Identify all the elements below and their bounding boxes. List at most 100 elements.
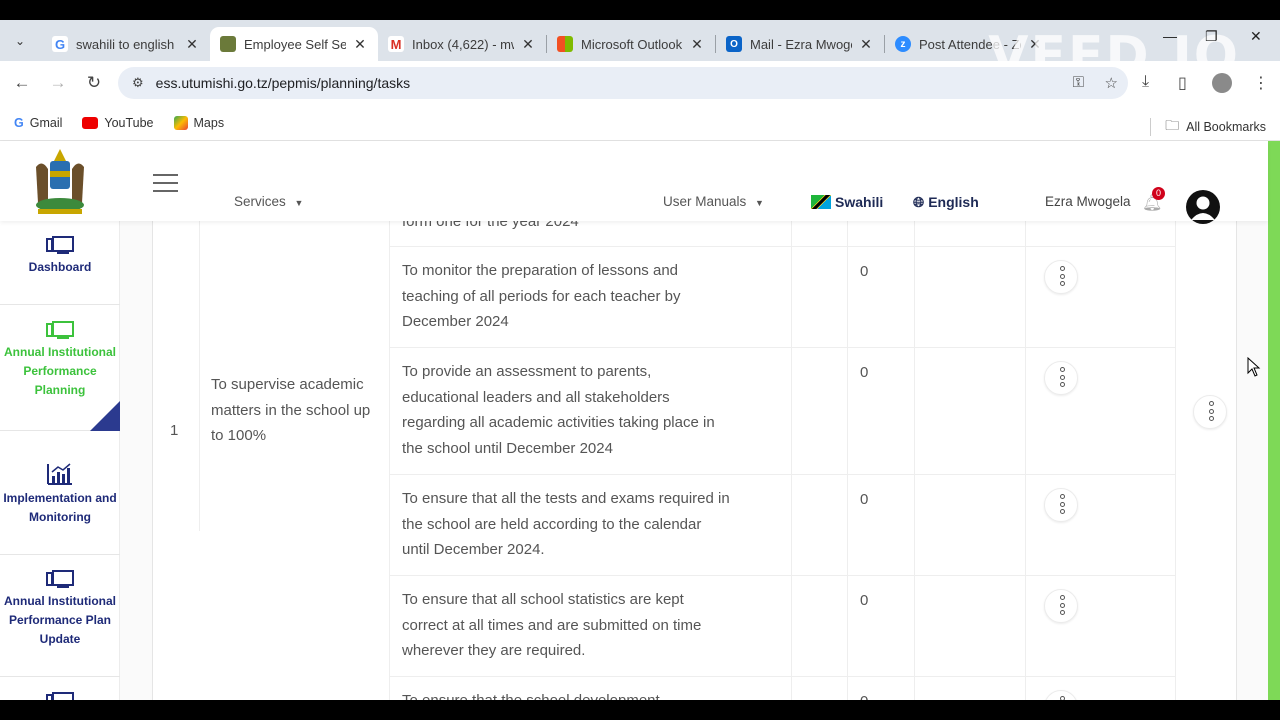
tab-close-icon[interactable]: ✕ — [858, 36, 874, 53]
divider — [791, 221, 792, 700]
tanzania-flag-icon — [811, 195, 831, 209]
bar-chart-icon — [47, 463, 72, 485]
divider — [389, 347, 1175, 348]
reload-icon[interactable]: ↻ — [76, 73, 112, 93]
divider — [914, 221, 915, 700]
monitor-icon — [46, 236, 74, 254]
youtube-icon — [82, 116, 99, 129]
google-icon: G — [14, 115, 24, 130]
task-value: 0 — [860, 693, 868, 700]
tab-close-icon[interactable]: ✕ — [689, 36, 705, 53]
active-indicator — [90, 401, 120, 431]
tasks-table: form one for the year 2024 1 To supervis… — [152, 221, 1237, 700]
row-number: 1 — [170, 422, 179, 439]
menu-dots-icon[interactable]: ⋮ — [1253, 73, 1269, 93]
browser-tab[interactable]: G swahili to english t ✕ — [42, 27, 210, 61]
divider — [389, 676, 1175, 677]
tab-close-icon[interactable]: ✕ — [520, 36, 536, 53]
task-text: To provide an assessment to parents, edu… — [402, 363, 715, 457]
close-window-icon[interactable]: ✕ — [1250, 28, 1262, 45]
task-actions-button[interactable] — [1044, 488, 1078, 522]
app-header: Services ▼ User Manuals ▼ Swahili 🌐︎ Engl… — [0, 141, 1268, 224]
google-icon: G — [52, 36, 68, 52]
divider — [1175, 221, 1176, 700]
browser-toolbar: ← → ↻ ⚙ ess.utumishi.go.tz/pepmis/planni… — [0, 61, 1280, 105]
partial-task-text: form one for the year 2024 — [402, 221, 579, 230]
folder-icon: 🗀 — [1165, 117, 1180, 133]
task-actions-button[interactable] — [1044, 361, 1078, 395]
notification-badge: 0 — [1152, 187, 1165, 200]
coat-of-arms-logo — [36, 149, 84, 214]
monitor-icon — [46, 692, 74, 700]
key-icon[interactable]: ⚿ — [1073, 74, 1084, 91]
task-actions-button[interactable] — [1044, 260, 1078, 294]
tab-search-button[interactable]: ⌄ — [6, 27, 34, 55]
monitor-icon — [46, 570, 74, 588]
task-text: To ensure that all school statistics are… — [402, 591, 702, 659]
divider — [199, 221, 200, 531]
bookmark-youtube[interactable]: YouTube — [82, 116, 154, 130]
sidebar-item-plan-update[interactable]: Annual Institutional Performance Plan Up… — [0, 555, 120, 677]
task-actions-button[interactable] — [1044, 690, 1078, 700]
screen: ⌄ G swahili to english t ✕ Employee Self… — [0, 20, 1280, 700]
address-bar[interactable]: ⚙ ess.utumishi.go.tz/pepmis/planning/tas… — [118, 67, 1128, 99]
divider — [1150, 118, 1152, 136]
user-avatar-icon[interactable] — [1186, 190, 1220, 224]
browser-tab[interactable]: Microsoft Outlook ✕ — [547, 27, 715, 61]
task-actions-button[interactable] — [1044, 589, 1078, 623]
back-icon[interactable]: ← — [4, 73, 40, 93]
monitor-icon — [46, 321, 74, 339]
download-icon[interactable]: ⤓ — [1142, 73, 1149, 91]
divider — [389, 575, 1175, 576]
outlook-icon: O — [726, 36, 742, 52]
user-name[interactable]: Ezra Mwogela — [1045, 194, 1131, 209]
task-text: To ensure that the school development — [402, 688, 732, 700]
microsoft-icon — [557, 36, 573, 52]
tab-close-icon[interactable]: ✕ — [184, 36, 200, 53]
profile-avatar-icon[interactable] — [1212, 73, 1232, 93]
restore-icon[interactable]: ❐ — [1205, 28, 1218, 45]
swahili-language-button[interactable]: Swahili — [835, 194, 883, 210]
globe-icon: 🌐︎ — [913, 194, 925, 210]
sidebar-item-dashboard[interactable]: Dashboard — [0, 221, 120, 305]
site-settings-icon[interactable]: ⚙ — [132, 75, 144, 91]
minimize-icon[interactable]: — — [1163, 28, 1177, 44]
all-bookmarks-button[interactable]: 🗀 All Bookmarks — [1150, 115, 1266, 139]
task-value: 0 — [860, 491, 869, 508]
objective-text: To supervise academic matters in the sch… — [211, 376, 371, 444]
forward-icon[interactable]: → — [40, 73, 76, 93]
objective-actions-button[interactable] — [1193, 395, 1227, 429]
divider — [1025, 221, 1026, 700]
sidebar: Dashboard Annual Institutional Performan… — [0, 221, 120, 700]
sidebar-item-annual-planning[interactable]: Annual Institutional Performance Plannin… — [0, 305, 120, 431]
zoom-icon: z — [895, 36, 911, 52]
bookmark-gmail[interactable]: G Gmail — [14, 116, 62, 130]
task-text: To ensure that all the tests and exams r… — [402, 490, 730, 558]
gmail-icon: M — [388, 36, 404, 52]
browser-tab-strip: ⌄ G swahili to english t ✕ Employee Self… — [0, 20, 1280, 86]
task-value: 0 — [860, 592, 869, 609]
services-menu[interactable]: Services ▼ — [234, 194, 303, 209]
url-text: ess.utumishi.go.tz/pepmis/planning/tasks — [155, 75, 411, 91]
star-icon[interactable]: ☆ — [1105, 74, 1118, 92]
sidebar-item-implementation[interactable]: Implementation and Monitoring — [0, 431, 120, 555]
tab-close-icon[interactable]: ✕ — [352, 36, 368, 53]
divider — [847, 221, 848, 700]
browser-tab[interactable]: M Inbox (4,622) - mw ✕ — [378, 27, 546, 61]
scrollbar[interactable] — [1268, 141, 1280, 700]
caret-down-icon: ▼ — [755, 198, 764, 208]
side-panel-icon[interactable]: ▯ — [1178, 73, 1187, 93]
maps-icon — [173, 115, 188, 130]
main-content: form one for the year 2024 1 To supervis… — [120, 221, 1268, 700]
bookmarks-bar: G Gmail YouTube Maps 🗀 All Bookmarks — [0, 105, 1280, 141]
browser-tab-active[interactable]: Employee Self Ser ✕ — [210, 27, 378, 61]
user-manuals-menu[interactable]: User Manuals ▼ — [663, 194, 764, 209]
task-value: 0 — [860, 364, 869, 381]
bookmark-maps[interactable]: Maps — [173, 115, 224, 130]
coat-of-arms-icon — [220, 36, 236, 52]
task-value: 0 — [860, 263, 869, 280]
english-language-button[interactable]: 🌐︎ English — [913, 194, 979, 211]
hamburger-menu-icon[interactable] — [153, 174, 178, 198]
sidebar-item-next[interactable] — [0, 677, 120, 700]
browser-tab[interactable]: O Mail - Ezra Mwoge ✕ — [716, 27, 884, 61]
